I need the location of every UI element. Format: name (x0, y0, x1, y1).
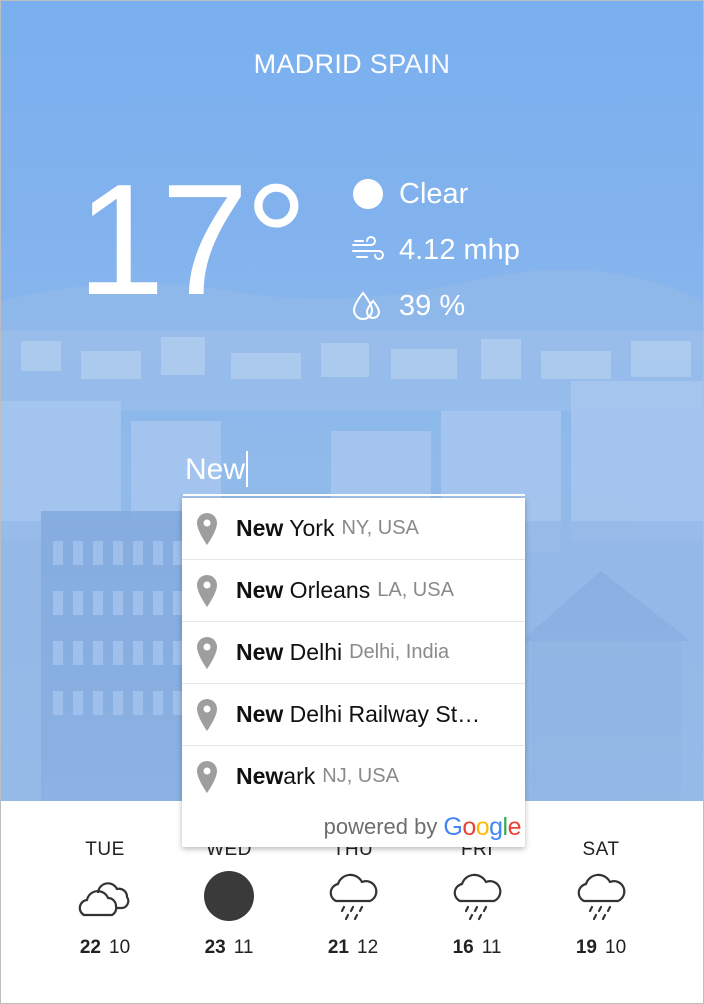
wind-text: 4.12 mhp (399, 233, 520, 266)
text-caret (246, 451, 249, 487)
forecast-low: 10 (109, 937, 131, 958)
forecast-low: 12 (357, 937, 379, 958)
map-pin-icon (197, 760, 217, 793)
suggestion-secondary: NJ, USA (322, 765, 399, 787)
humidity-text: 39 % (399, 289, 466, 322)
suggestion-item[interactable]: New Delhi Railway St… (182, 684, 525, 746)
city-search-input[interactable]: New (185, 451, 525, 491)
suggestion-secondary: Delhi, India (349, 641, 450, 663)
wind-icon (351, 233, 385, 267)
forecast-day-wed: WED 23 11 (179, 839, 279, 959)
forecast-day-name: TUE (85, 839, 125, 860)
sun-icon (179, 865, 279, 927)
forecast-high: 22 (79, 937, 101, 958)
forecast-temps: 23 11 (179, 937, 279, 959)
powered-by-label: powered by (323, 814, 438, 839)
condition-row: Clear (351, 177, 468, 211)
forecast-low: 11 (481, 937, 502, 958)
search-underline (183, 494, 525, 496)
suggestion-match: New (236, 639, 284, 665)
current-temperature: 17° (77, 152, 308, 328)
suggestion-match: New (236, 701, 284, 727)
map-pin-icon (197, 512, 217, 545)
sun-icon (351, 177, 385, 211)
suggestion-item[interactable]: New Orleans LA, USA (182, 560, 525, 622)
forecast-day-thu: THU 21 12 (303, 839, 403, 959)
forecast-high: 16 (452, 937, 474, 958)
suggestion-match: New (236, 515, 284, 541)
forecast-high: 23 (204, 937, 226, 958)
forecast-temps: 16 11 (427, 937, 527, 959)
autocomplete-dropdown: New York NY, USA New Orleans LA, USA New D… (182, 498, 525, 847)
suggestion-main: Orleans (283, 577, 371, 603)
forecast-day-name: SAT (582, 839, 620, 860)
forecast-temps: 19 10 (551, 937, 651, 959)
suggestion-match: New (236, 763, 284, 789)
forecast-day-tue: TUE 22 10 (55, 839, 155, 959)
suggestion-main: Delhi (283, 639, 343, 665)
forecast-day-fri: FRI 16 11 (427, 839, 527, 959)
search-input-value[interactable]: New (185, 453, 245, 487)
google-logo: Google (443, 812, 521, 841)
suggestion-item[interactable]: New Delhi Delhi, India (182, 622, 525, 684)
forecast-low: 11 (233, 937, 254, 958)
rain-icon (427, 865, 527, 927)
humidity-icon (351, 289, 385, 323)
forecast-temps: 22 10 (55, 937, 155, 959)
rain-icon (551, 865, 651, 927)
city-name: MADRID (253, 49, 362, 79)
cloudy-icon (55, 865, 155, 927)
suggestion-match: New (236, 577, 284, 603)
rain-icon (303, 865, 403, 927)
map-pin-icon (197, 636, 217, 669)
wind-row: 4.12 mhp (351, 233, 520, 267)
forecast-high: 21 (327, 937, 349, 958)
suggestion-secondary: NY, USA (341, 517, 419, 539)
map-pin-icon (197, 698, 217, 731)
condition-text: Clear (399, 177, 469, 210)
suggestion-secondary: LA, USA (377, 579, 454, 601)
suggestion-main: York (283, 515, 335, 541)
forecast-day-sat: SAT 19 10 (551, 839, 651, 959)
location-title: MADRID SPAIN (1, 49, 703, 80)
powered-by-google: powered by Google (182, 807, 525, 847)
suggestion-main: Delhi Railway St… (283, 701, 481, 727)
country-name: SPAIN (369, 49, 451, 79)
app-window: MADRID SPAIN 17° Clear 4.12 mhp 39 % New… (0, 0, 704, 1004)
map-pin-icon (197, 574, 217, 607)
suggestion-item[interactable]: New York NY, USA (182, 498, 525, 560)
suggestion-main: ark (283, 763, 316, 789)
forecast-temps: 21 12 (303, 937, 403, 959)
suggestion-item[interactable]: New ark NJ, USA (182, 746, 525, 807)
forecast-low: 10 (605, 937, 627, 958)
humidity-row: 39 % (351, 289, 465, 323)
forecast-high: 19 (575, 937, 597, 958)
